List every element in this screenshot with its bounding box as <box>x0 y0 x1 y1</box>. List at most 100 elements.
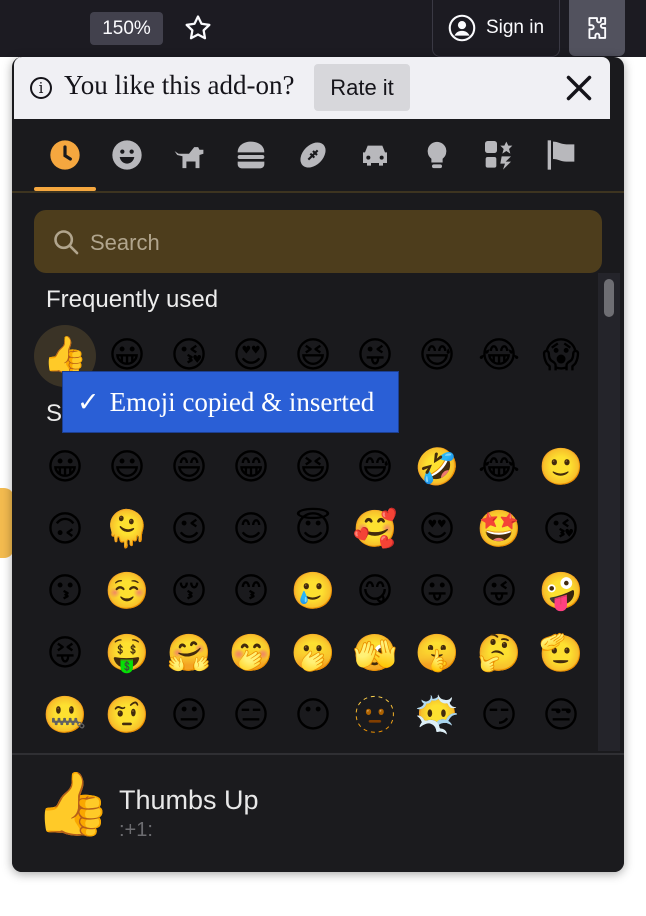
category-tabs <box>12 119 624 193</box>
emoji-button[interactable]: 😶 <box>282 685 344 747</box>
smileys-row: 🙃 🫠 😉 😊 😇 🥰 😍 🤩 😘 <box>34 499 594 561</box>
browser-toolbar: 150% Sign in <box>0 0 646 57</box>
smileys-row: 😗 ☺️ 😚 😙 🥲 😋 😛 😜 🤪 <box>34 561 594 623</box>
tab-flags[interactable] <box>530 131 592 191</box>
emoji-button[interactable]: 😝 <box>34 623 96 685</box>
emoji-button[interactable]: 😊 <box>220 499 282 561</box>
smileys-row: 🤐 🤨 😐 😑 😶 🫥 😶‍🌫️ 😏 😒 <box>34 685 594 747</box>
symbols-icon <box>485 141 513 170</box>
preview-shortcode: :+1: <box>119 819 153 841</box>
preview-emoji: 👍 <box>34 767 112 840</box>
emoji-button[interactable]: 😍 <box>406 499 468 561</box>
emoji-button[interactable]: 😶‍🌫️ <box>406 685 468 747</box>
dog-icon <box>174 147 204 169</box>
emoji-button[interactable]: 😘 <box>530 499 592 561</box>
lightbulb-icon <box>427 141 447 169</box>
tab-activities[interactable] <box>282 131 344 191</box>
car-icon <box>363 145 387 166</box>
emoji-button[interactable]: 😒 <box>530 685 592 747</box>
search-icon <box>54 230 79 255</box>
info-icon: i <box>30 77 52 99</box>
emoji-button[interactable]: 🙂 <box>530 437 592 499</box>
emoji-preview-footer: 👍 Thumbs Up :+1: <box>12 753 624 872</box>
emoji-button[interactable]: 😋 <box>344 561 406 623</box>
emoji-button[interactable]: 🤐 <box>34 685 96 747</box>
copied-toast: ✓ Emoji copied & inserted <box>62 371 399 433</box>
smileys-row: 😝 🤑 🤗 🤭 🫢 🫣 🤫 🤔 🫡 <box>34 623 594 685</box>
emoji-button[interactable]: 🫣 <box>344 623 406 685</box>
emoji-button[interactable]: 🫥 <box>344 685 406 747</box>
emoji-button[interactable]: 🥰 <box>344 499 406 561</box>
emoji-button[interactable]: 🫡 <box>530 623 592 685</box>
emoji-button[interactable]: 😛 <box>406 561 468 623</box>
emoji-button[interactable]: 🤔 <box>468 623 530 685</box>
sign-in-label: Sign in <box>485 17 545 38</box>
tab-objects[interactable] <box>406 131 468 191</box>
emoji-button[interactable]: 😚 <box>158 561 220 623</box>
emoji-button[interactable]: 🤫 <box>406 623 468 685</box>
emoji-scrollbar[interactable] <box>598 273 620 751</box>
sign-in-button[interactable]: Sign in <box>432 0 560 57</box>
emoji-button[interactable]: 😱 <box>530 325 592 387</box>
section-title-smileys: S <box>46 400 63 427</box>
emoji-button[interactable]: 😏 <box>468 685 530 747</box>
emoji-button[interactable]: 🤑 <box>96 623 158 685</box>
zoom-indicator[interactable]: 150% <box>90 12 163 45</box>
extensions-puzzle-icon[interactable] <box>569 0 625 56</box>
clock-icon <box>50 140 80 170</box>
search-input[interactable] <box>88 210 592 275</box>
toast-message: Emoji copied & inserted <box>109 386 375 417</box>
section-title-frequently-used: Frequently used <box>46 286 219 313</box>
tab-animals[interactable] <box>158 131 220 191</box>
scrollbar-thumb[interactable] <box>604 279 614 317</box>
checkmark-icon: ✓ <box>77 386 100 417</box>
emoji-button[interactable]: 😆 <box>282 437 344 499</box>
emoji-button[interactable]: 🤪 <box>530 561 592 623</box>
emoji-button[interactable]: 🤩 <box>468 499 530 561</box>
emoji-button[interactable]: 😁 <box>220 437 282 499</box>
emoji-button[interactable]: 😉 <box>158 499 220 561</box>
emoji-button[interactable]: 🫢 <box>282 623 344 685</box>
search-bar <box>34 210 602 275</box>
emoji-button[interactable]: 😂 <box>468 437 530 499</box>
emoji-button[interactable]: 🥲 <box>282 561 344 623</box>
tab-travel[interactable] <box>344 131 406 191</box>
emoji-button[interactable]: 😗 <box>34 561 96 623</box>
emoji-button[interactable]: 😀 <box>34 437 96 499</box>
emoji-button[interactable]: 😇 <box>282 499 344 561</box>
emoji-button[interactable]: 🤨 <box>96 685 158 747</box>
emoji-button[interactable]: 🤣 <box>406 437 468 499</box>
tab-food[interactable] <box>220 131 282 191</box>
emoji-button[interactable]: 🤗 <box>158 623 220 685</box>
account-icon <box>448 14 476 42</box>
notification-message: You like this add-on? <box>64 70 295 100</box>
emoji-button[interactable]: 😄 <box>158 437 220 499</box>
burger-icon <box>237 141 265 169</box>
emoji-grid: Frequently used 👍 😀 😘 😍 😆 😜 😅 😂 😱 S 😀 😃 😄 😁 😆 😅 🤣 😂 🙂 🙃 🫠 😉… <box>12 273 596 751</box>
emoji-button[interactable]: 😙 <box>220 561 282 623</box>
emoji-button[interactable]: 😐 <box>158 685 220 747</box>
emoji-button[interactable]: 🫠 <box>96 499 158 561</box>
emoji-button[interactable]: 😅 <box>344 437 406 499</box>
close-icon[interactable] <box>562 71 596 105</box>
emoji-button[interactable]: ☺️ <box>96 561 158 623</box>
preview-emoji-name: Thumbs Up <box>119 785 259 815</box>
emoji-button[interactable]: 😜 <box>468 561 530 623</box>
tab-recent[interactable] <box>34 131 96 191</box>
emoji-button[interactable]: 😑 <box>220 685 282 747</box>
emoji-button[interactable]: 😂 <box>468 325 530 387</box>
flag-icon <box>547 140 575 170</box>
football-icon <box>300 142 326 168</box>
emoji-button[interactable]: 🙃 <box>34 499 96 561</box>
smiley-icon <box>112 140 142 170</box>
tab-smileys[interactable] <box>96 131 158 191</box>
tab-symbols[interactable] <box>468 131 530 191</box>
bookmark-star-icon[interactable] <box>178 8 218 48</box>
smileys-row: 😀 😃 😄 😁 😆 😅 🤣 😂 🙂 <box>34 437 594 499</box>
emoji-button[interactable]: 😅 <box>406 325 468 387</box>
emoji-picker-popup: i You like this add-on? Rate it Search F… <box>12 57 624 872</box>
emoji-button[interactable]: 🤭 <box>220 623 282 685</box>
rate-it-button[interactable]: Rate it <box>314 64 410 111</box>
rating-notification-bar: i You like this add-on? Rate it <box>14 57 610 119</box>
emoji-button[interactable]: 😃 <box>96 437 158 499</box>
